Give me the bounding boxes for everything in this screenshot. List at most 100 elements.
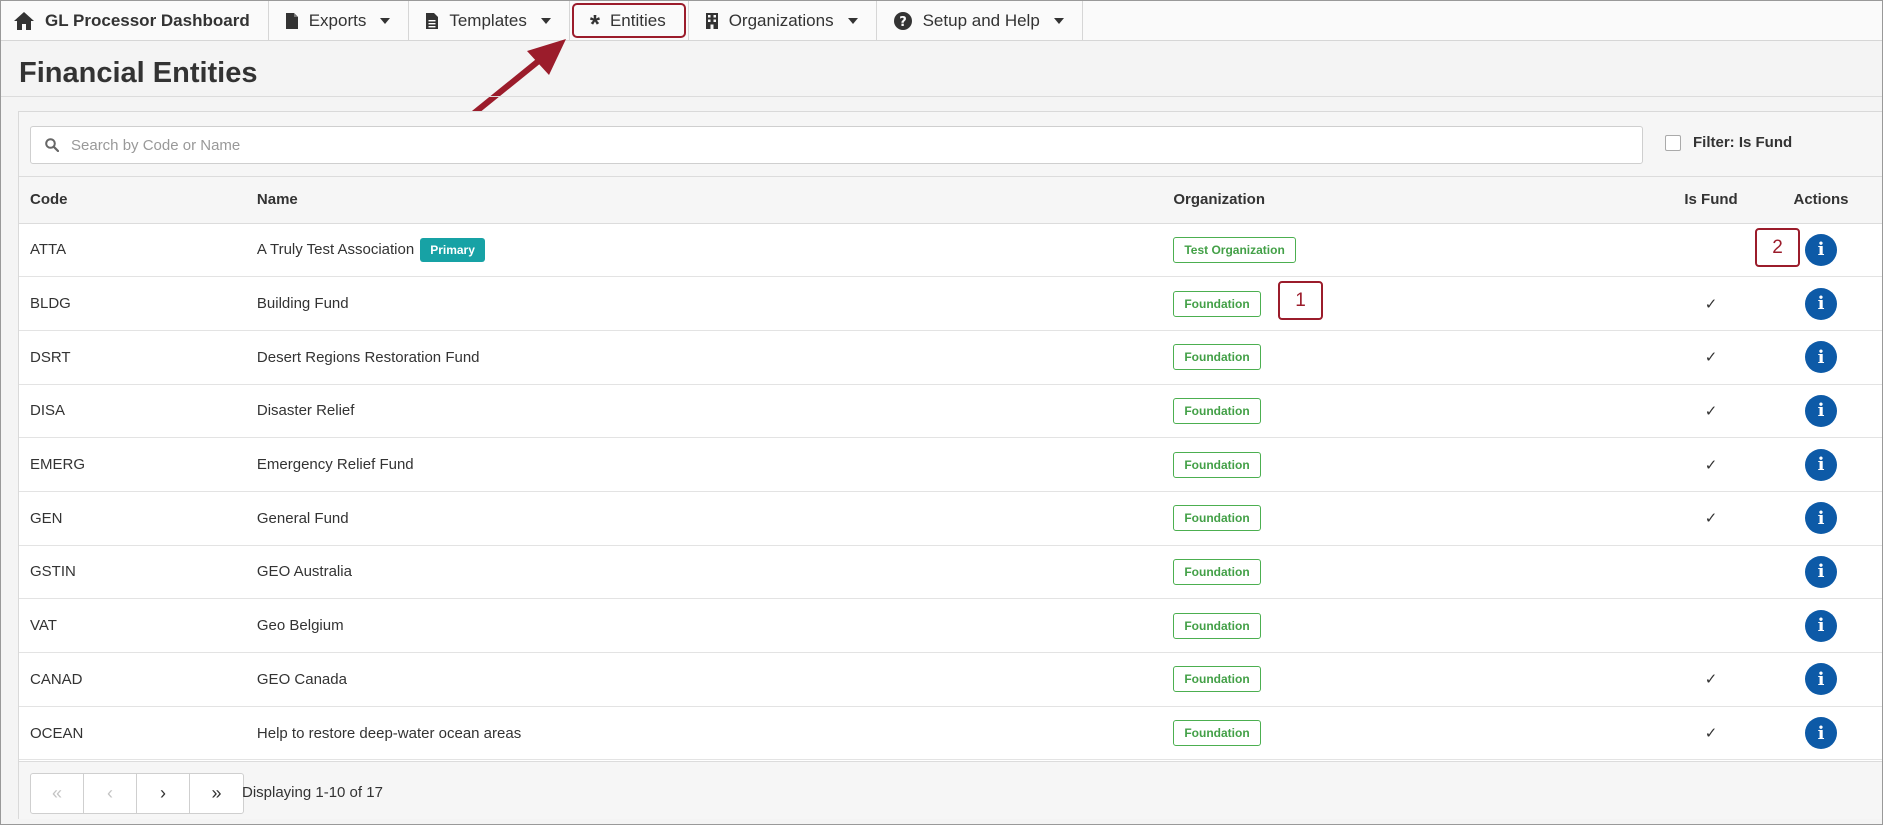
- entity-name: Help to restore deep-water ocean areas: [256, 724, 522, 742]
- chevron-down-icon: [1053, 18, 1064, 24]
- nav-home[interactable]: GL Processor Dashboard: [1, 1, 269, 41]
- cell-code: ATTA: [30, 241, 67, 259]
- cell-organization: Foundation: [1162, 438, 1662, 492]
- cell-name: Building Fund: [246, 277, 1162, 331]
- prev-page-button[interactable]: ‹: [84, 774, 137, 813]
- top-navbar: GL Processor Dashboard Exports Templates…: [1, 1, 1882, 41]
- search-input[interactable]: [71, 136, 1571, 154]
- cell-actions: i: [1760, 653, 1882, 707]
- info-icon[interactable]: i: [1805, 233, 1837, 266]
- cell-organization: Foundation: [1162, 384, 1662, 438]
- header-organization[interactable]: Organization: [1162, 177, 1663, 224]
- filter-label: Filter: Is Fund: [1693, 134, 1793, 151]
- cell-name: Geo Belgium: [246, 599, 1162, 653]
- search-icon: [45, 138, 59, 152]
- info-icon[interactable]: i: [1805, 717, 1837, 750]
- organization-badge: Foundation: [1173, 612, 1261, 639]
- table-row: DSRT Desert Regions Restoration Fund Fou…: [19, 330, 1882, 385]
- info-icon[interactable]: i: [1805, 287, 1837, 320]
- entity-name: Disaster Relief: [256, 402, 355, 420]
- entity-name: GEO Australia: [256, 563, 352, 581]
- cell-code: BLDG: [30, 295, 71, 313]
- next-page-button[interactable]: ›: [137, 774, 190, 813]
- cell-is-fund: ✓: [1662, 277, 1760, 331]
- search-box[interactable]: [30, 126, 1643, 164]
- organization-badge: Test Organization: [1173, 236, 1296, 263]
- pagination: « ‹ › »: [30, 773, 244, 814]
- header-actions: Actions: [1760, 177, 1882, 224]
- building-icon: [705, 13, 718, 29]
- header-is-fund[interactable]: Is Fund: [1662, 177, 1761, 224]
- entity-name: Emergency Relief Fund: [256, 456, 414, 474]
- info-icon[interactable]: i: [1805, 663, 1837, 696]
- brand-label: GL Processor Dashboard: [45, 11, 250, 30]
- table-row: ATTA A Truly Test Association Primary Tes…: [19, 223, 1882, 277]
- organization-badge: Foundation: [1173, 344, 1261, 371]
- cell-organization: Foundation: [1162, 545, 1662, 599]
- organization-badge: Foundation: [1173, 558, 1261, 585]
- cell-organization: Test Organization: [1162, 223, 1662, 277]
- nav-organizations-label: Organizations: [728, 11, 834, 30]
- svg-text:?: ?: [899, 15, 907, 30]
- table-row: VAT Geo Belgium Foundation i: [19, 599, 1882, 653]
- info-icon[interactable]: i: [1805, 502, 1837, 535]
- nav-setup-help[interactable]: ? Setup and Help: [877, 1, 1083, 41]
- cell-actions: i: [1760, 599, 1882, 653]
- table-row: GEN General Fund Foundation ✓ i: [19, 491, 1882, 546]
- filter-is-fund[interactable]: Filter: Is Fund: [1665, 134, 1792, 151]
- nav-exports[interactable]: Exports: [269, 1, 410, 41]
- info-icon[interactable]: i: [1805, 341, 1837, 374]
- entities-table: Code Name Organization Is Fund Actions A…: [19, 177, 1882, 760]
- cell-organization: Foundation: [1162, 491, 1662, 545]
- cell-code: OCEAN: [30, 724, 84, 742]
- cell-is-fund: ✓: [1662, 438, 1760, 492]
- nav-organizations[interactable]: Organizations: [689, 1, 877, 41]
- first-page-button[interactable]: «: [31, 774, 84, 813]
- info-icon[interactable]: i: [1805, 609, 1837, 642]
- check-icon: ✓: [1704, 456, 1718, 474]
- filter-checkbox[interactable]: [1665, 134, 1681, 151]
- cell-actions: i: [1760, 438, 1882, 492]
- cell-code: DISA: [30, 402, 66, 420]
- cell-name: GEO Canada: [246, 653, 1162, 707]
- cell-is-fund: [1662, 545, 1760, 599]
- check-icon: ✓: [1704, 295, 1718, 313]
- cell-organization: Foundation: [1162, 706, 1662, 760]
- entity-name: Geo Belgium: [256, 617, 344, 635]
- cell-organization: Foundation: [1162, 330, 1662, 384]
- organization-badge: Foundation: [1173, 505, 1261, 532]
- cell-is-fund: ✓: [1662, 384, 1760, 438]
- last-page-button[interactable]: »: [190, 774, 243, 813]
- cell-name: Help to restore deep-water ocean areas: [246, 706, 1162, 760]
- question-circle-icon: ?: [893, 12, 912, 30]
- cell-actions: i: [1760, 330, 1882, 384]
- check-icon: ✓: [1704, 725, 1718, 743]
- cell-actions: i: [1760, 545, 1882, 599]
- header-code[interactable]: Code: [19, 177, 246, 224]
- nav-entities[interactable]: * Entities: [570, 1, 689, 41]
- cell-organization: Foundation: [1162, 653, 1662, 707]
- chevron-down-icon: [847, 18, 858, 24]
- nav-entities-label: Entities: [609, 11, 666, 30]
- cell-is-fund: [1662, 599, 1760, 653]
- cell-actions: i: [1760, 277, 1882, 331]
- check-icon: ✓: [1704, 671, 1718, 689]
- cell-name: A Truly Test Association Primary: [246, 223, 1162, 277]
- file-icon: [285, 13, 298, 29]
- search-bar: Filter: Is Fund: [19, 112, 1882, 177]
- nav-exports-label: Exports: [308, 11, 367, 30]
- organization-badge: Foundation: [1173, 666, 1261, 693]
- organization-badge: Foundation: [1173, 720, 1261, 747]
- cell-is-fund: ✓: [1662, 330, 1760, 384]
- cell-code: EMERG: [30, 456, 86, 474]
- info-icon[interactable]: i: [1805, 555, 1837, 588]
- header-name[interactable]: Name: [245, 177, 1163, 224]
- info-icon[interactable]: i: [1805, 394, 1837, 427]
- check-icon: ✓: [1704, 349, 1718, 367]
- entity-name: Building Fund: [256, 295, 349, 313]
- page-title: Financial Entities: [19, 57, 258, 89]
- asterisk-icon: *: [589, 9, 600, 39]
- cell-actions: i: [1760, 491, 1882, 545]
- info-icon[interactable]: i: [1805, 448, 1837, 481]
- cell-name: Disaster Relief: [246, 384, 1162, 438]
